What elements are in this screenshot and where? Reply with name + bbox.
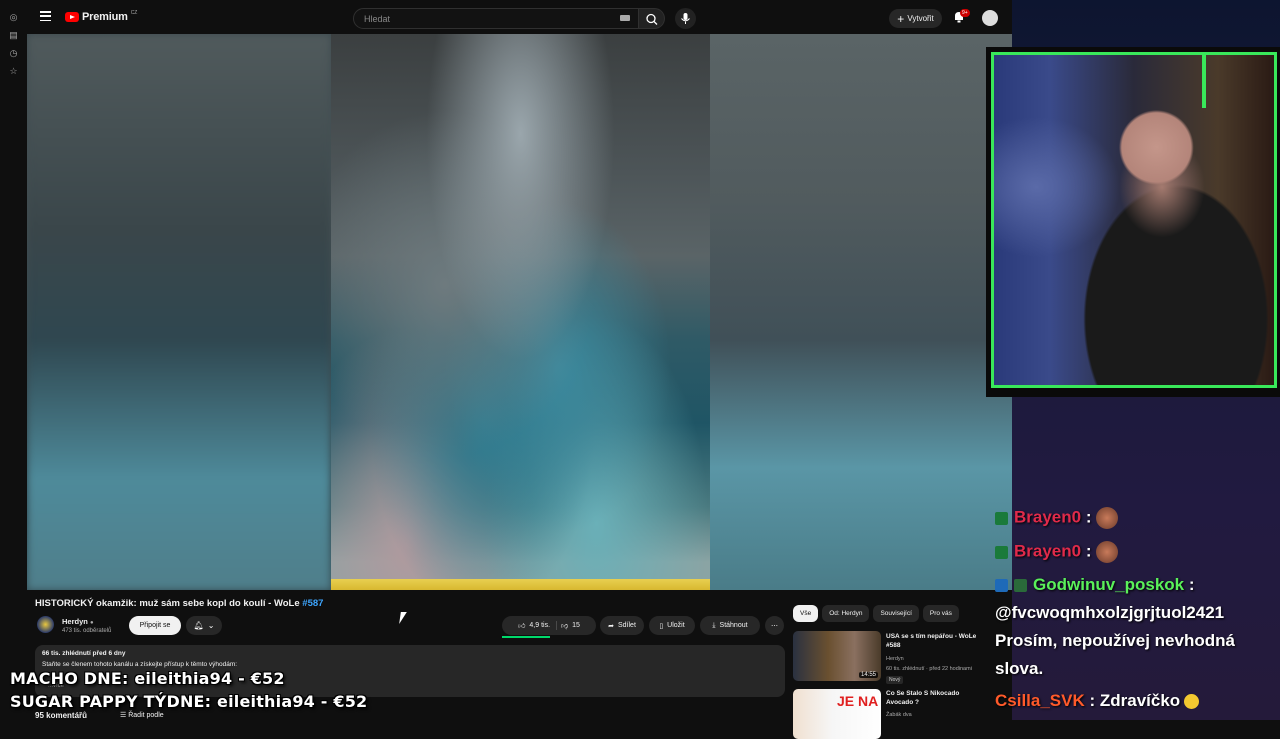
- channel-subscribers: 473 tis. odběratelů: [62, 628, 112, 634]
- download-icon: ⤓: [712, 621, 716, 629]
- keyboard-icon[interactable]: [620, 15, 630, 21]
- video-frame-storm-clouds: [331, 34, 710, 590]
- new-badge: Nový: [886, 676, 904, 684]
- chat-text: @fvcwoqmhxolzjgrjtuol2421: [995, 603, 1225, 622]
- more-actions-button[interactable]: ⋯: [765, 616, 784, 635]
- chip-related[interactable]: Související: [873, 605, 919, 622]
- hamburger-menu-icon[interactable]: [40, 11, 51, 21]
- bookmark-icon: ▯: [659, 622, 664, 630]
- recommended-channel[interactable]: Herdyn: [886, 656, 904, 663]
- emote-icon: [1095, 541, 1118, 563]
- thumbs-down-icon: 👎︎: [561, 623, 569, 630]
- search-button[interactable]: [639, 8, 665, 29]
- notifications-badge: 9+: [960, 9, 970, 17]
- view-stats: 66 tis. zhlédnutí před 6 dny: [42, 650, 126, 657]
- channel-name[interactable]: Herdyn ●: [62, 617, 94, 626]
- top-bar: Premium CZ + Vytvořit 9+: [27, 0, 1012, 34]
- star-icon[interactable]: ☆: [8, 66, 19, 77]
- macho-of-day-overlay: MACHO DNE: eileithia94 - €52: [10, 669, 285, 688]
- description-text: Staňte se členem tohoto kanálu a získejt…: [42, 661, 238, 668]
- subscriptions-icon[interactable]: ▤: [8, 30, 19, 41]
- webcam-accent-bar: [1202, 52, 1206, 108]
- chip-for-you[interactable]: Pro vás: [922, 605, 959, 622]
- hashtag-link[interactable]: #587: [302, 598, 323, 609]
- chat-message: Brayen0 :: [995, 541, 1118, 563]
- search-input[interactable]: [364, 9, 604, 28]
- video-field: [331, 579, 710, 590]
- recommended-thumbnail[interactable]: JE NA: [793, 689, 881, 739]
- chat-badge-icon: [995, 579, 1008, 593]
- voice-search-button[interactable]: [675, 8, 696, 29]
- thumbnail-text: JE NA: [837, 693, 879, 709]
- chat-badge-icon: [1014, 579, 1027, 593]
- subscription-bell-button[interactable]: 🔔︎ ⌄: [186, 616, 222, 635]
- bell-icon: 🔔︎: [193, 621, 204, 630]
- chat-text: Prosím, nepoužívej nevhodná: [995, 631, 1235, 650]
- video-title: HISTORICKÝ okamžik: muž sám sebe kopl do…: [35, 598, 324, 609]
- create-label: Vytvořit: [907, 14, 934, 23]
- chat-message: Csilla_SVK : Zdravíčko: [995, 691, 1200, 711]
- recommended-channel[interactable]: Žabák dva: [886, 712, 912, 719]
- recommended-meta: 60 tis. zhlédnutí · před 22 hodinami: [886, 666, 972, 672]
- youtube-logo-icon: [65, 12, 79, 22]
- download-button[interactable]: ⤓ Stáhnout: [700, 616, 760, 635]
- chat-username: Csilla_SVK: [995, 691, 1085, 710]
- mic-icon: [681, 13, 690, 24]
- thumbs-up-icon: 👍︎: [518, 623, 526, 630]
- recommended-thumbnail[interactable]: 14:55: [793, 631, 881, 681]
- join-button[interactable]: Připojit se: [129, 616, 181, 635]
- chat-username: Godwinuv_poskok: [1033, 575, 1185, 594]
- search-box: [353, 8, 639, 29]
- video-player[interactable]: [27, 34, 1012, 590]
- chat-badge-icon: [995, 545, 1008, 559]
- comments-count: 95 komentářů: [35, 711, 88, 720]
- smile-emoji-icon: [1184, 694, 1200, 710]
- chip-from-channel[interactable]: Od: Herdyn: [822, 605, 870, 622]
- like-progress-underline: [502, 636, 550, 638]
- chat-badge-icon: [995, 511, 1008, 525]
- dislike-button[interactable]: 👎︎ 15: [561, 621, 580, 630]
- chat-username: Brayen0: [1014, 507, 1082, 527]
- share-icon: ➦: [608, 622, 614, 630]
- like-count: 4,9 tis.: [529, 622, 551, 629]
- mini-sidebar: ◎ ▤ ◷ ☆: [0, 0, 27, 720]
- video-blur-left: [27, 34, 331, 590]
- logo-text: Premium: [82, 11, 128, 23]
- search-icon: [646, 13, 658, 25]
- home-icon[interactable]: ◎: [8, 12, 19, 23]
- chat-username: Brayen0: [1014, 541, 1082, 561]
- video-duration: 14:55: [858, 672, 878, 678]
- webcam-feed: [991, 52, 1277, 388]
- chat-text: slova.: [995, 659, 1044, 678]
- sort-comments-button[interactable]: ☰ Řadit podle: [120, 711, 164, 719]
- recommended-title[interactable]: USA se s tím nepářou - WoLe #588: [886, 633, 986, 650]
- chevron-down-icon: ⌄: [207, 621, 215, 630]
- verified-icon: ●: [89, 620, 94, 626]
- chip-all[interactable]: Vše: [793, 605, 819, 622]
- sort-icon: ☰: [120, 712, 127, 719]
- sugar-pappy-overlay: SUGAR PAPPY TÝDNE: eileithia94 - €52: [10, 692, 368, 711]
- chat-message: Godwinuv_poskok :: [995, 575, 1195, 595]
- like-button[interactable]: 👍︎ 4,9 tis.: [518, 621, 558, 630]
- channel-avatar[interactable]: [37, 616, 54, 633]
- share-button[interactable]: ➦ Sdílet: [600, 616, 644, 635]
- create-button[interactable]: + Vytvořit: [889, 9, 942, 28]
- more-horizontal-icon: ⋯: [771, 622, 778, 630]
- history-icon[interactable]: ◷: [8, 48, 19, 59]
- like-dislike-group: 👍︎ 4,9 tis. 👎︎ 15: [502, 616, 596, 635]
- youtube-premium-logo[interactable]: Premium CZ: [65, 10, 138, 23]
- country-code: CZ: [130, 10, 138, 16]
- plus-icon: +: [897, 11, 905, 26]
- dislike-count: 15: [572, 622, 580, 629]
- suggestion-chips: Vše Od: Herdyn Související Pro vás: [793, 605, 959, 622]
- save-button[interactable]: ▯ Uložit: [649, 616, 695, 635]
- account-avatar[interactable]: [982, 10, 998, 26]
- recommended-title[interactable]: Co Se Stalo S Nikocado Avocado ?: [886, 690, 986, 707]
- chat-message: Brayen0 :: [995, 507, 1118, 529]
- emote-icon: [1095, 507, 1118, 529]
- video-blur-right: [710, 34, 1012, 590]
